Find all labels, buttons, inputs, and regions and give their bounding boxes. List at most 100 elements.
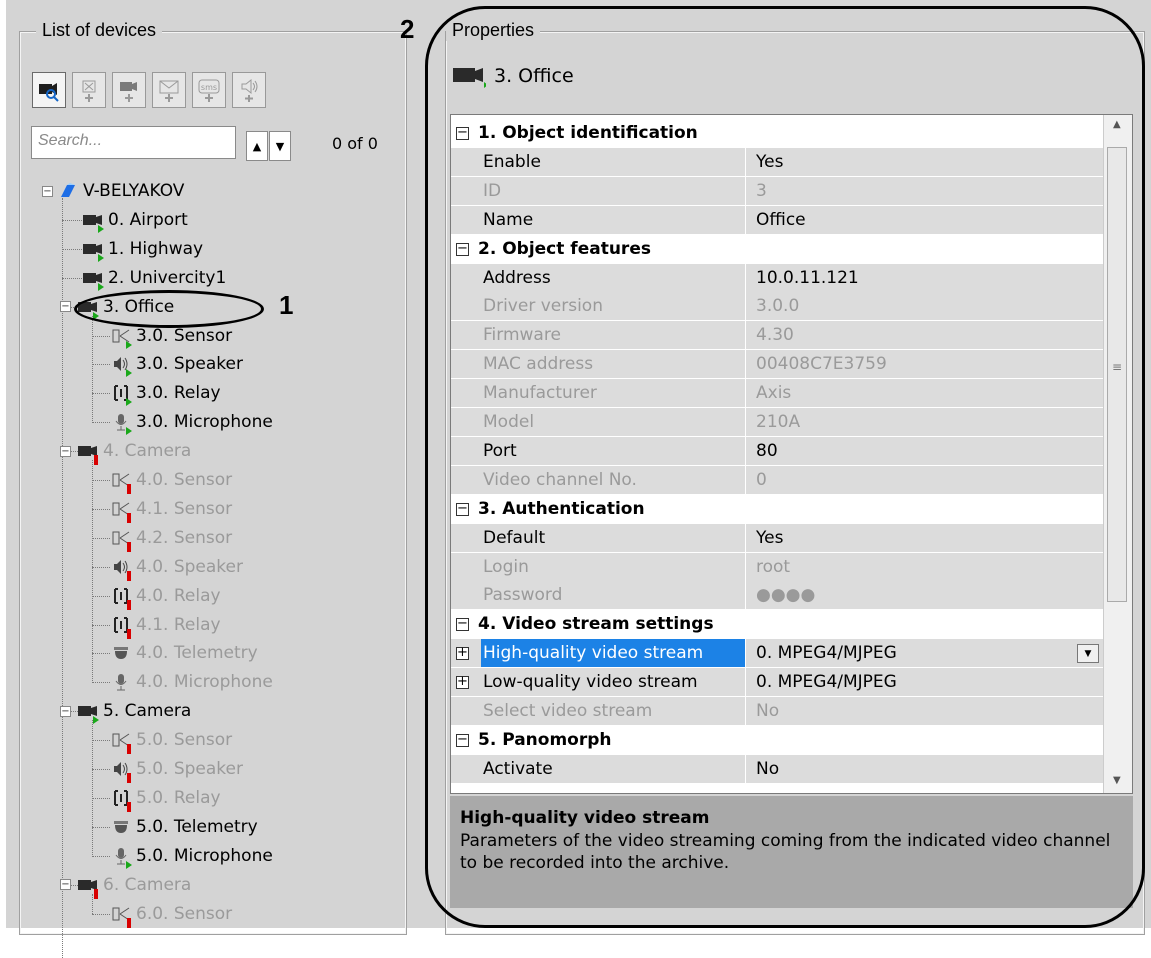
tree-collapse-toggle[interactable]: − <box>42 185 53 197</box>
tree-item-label: 0. Airport <box>108 209 188 230</box>
property-name: Low-quality video stream <box>483 672 698 693</box>
property-row[interactable]: Activate No <box>451 754 1103 784</box>
property-row[interactable]: Select video stream No <box>451 697 1103 726</box>
section-collapse-toggle[interactable]: − <box>456 242 469 256</box>
tree-item-server[interactable]: − V-BELYAKOV <box>42 178 184 204</box>
speaker-icon <box>110 557 132 581</box>
tree-connector-line <box>92 855 110 857</box>
property-row[interactable]: Manufacturer Axis <box>451 379 1103 409</box>
tree-item-telemetry[interactable]: 5.0. Telemetry <box>110 814 258 840</box>
property-value[interactable]: No <box>745 754 1103 783</box>
search-prev-button[interactable]: ▲ <box>246 131 268 161</box>
search-next-button[interactable]: ▼ <box>269 131 291 161</box>
tree-collapse-toggle[interactable]: − <box>60 879 71 891</box>
property-row[interactable]: Firmware 4.30 <box>451 321 1103 351</box>
tree-item-relay[interactable]: 5.0. Relay <box>110 785 221 812</box>
section-collapse-toggle[interactable]: − <box>456 733 469 747</box>
add-email-button[interactable] <box>152 72 186 108</box>
property-value[interactable]: 0. MPEG4/MJPEG <box>745 668 1103 697</box>
status-ok-indicator <box>98 224 104 233</box>
object-header: 3. Office <box>452 64 574 88</box>
property-value[interactable]: 0. MPEG4/MJPEG <box>745 639 1103 668</box>
property-section-header[interactable]: −5. Panomorph <box>451 725 1103 755</box>
sensor-icon <box>110 730 132 755</box>
tree-item-relay[interactable]: 4.1. Relay <box>110 612 221 639</box>
tree-item-microphone[interactable]: 5.0. Microphone <box>110 843 273 869</box>
property-row[interactable]: Port 80 <box>451 436 1103 466</box>
section-collapse-toggle[interactable]: − <box>456 502 469 516</box>
property-expand-toggle[interactable]: + <box>456 646 469 661</box>
property-value[interactable]: Office <box>745 205 1103 234</box>
property-row[interactable]: Video channel No. 0 <box>451 465 1103 495</box>
property-value[interactable]: Yes <box>745 147 1103 176</box>
add-sensor-button[interactable] <box>72 72 106 108</box>
property-row[interactable]: Address 10.0.11.121 <box>451 263 1103 293</box>
property-row[interactable]: Model 210A <box>451 408 1103 437</box>
property-value: 00408C7E3759 <box>745 350 1103 379</box>
property-scrollbar[interactable]: ▲ ≡ ▼ <box>1103 115 1132 793</box>
tree-item-sensor[interactable]: 6.0. Sensor <box>110 901 232 928</box>
add-camera-button[interactable] <box>112 72 146 108</box>
property-section-header[interactable]: −1. Object identification <box>451 119 1103 148</box>
status-off-indicator <box>127 801 131 812</box>
dropdown-arrow-icon[interactable]: ▼ <box>1077 644 1099 664</box>
add-sms-button[interactable]: sms <box>192 72 226 108</box>
device-tree: − V-BELYAKOV 0. Airport 1. Highway 2. Univer… <box>26 172 406 958</box>
scroll-down-arrow-icon[interactable]: ▼ <box>1113 775 1121 786</box>
property-row[interactable]: Driver version 3.0.0 <box>451 292 1103 322</box>
property-value[interactable]: 10.0.11.121 <box>745 263 1103 292</box>
add-speaker-button[interactable] <box>232 72 266 108</box>
camera-search-icon <box>39 83 59 102</box>
scroll-up-arrow-icon[interactable]: ▲ <box>1113 119 1121 130</box>
tree-item-relay[interactable]: 3.0. Relay <box>110 380 221 407</box>
property-section-header[interactable]: −2. Object features <box>451 234 1103 264</box>
property-section-header[interactable]: −3. Authentication <box>451 494 1103 524</box>
tree-item-camera[interactable]: 0. Airport <box>82 207 188 233</box>
section-collapse-toggle[interactable]: − <box>456 126 469 140</box>
tree-item-microphone[interactable]: 3.0. Microphone <box>110 409 273 436</box>
tree-connector-line <box>62 277 82 279</box>
search-camera-button[interactable] <box>32 72 66 108</box>
tree-item-telemetry[interactable]: 4.0. Telemetry <box>110 640 258 666</box>
tree-item-label: 5. Camera <box>103 701 192 722</box>
tree-item-camera[interactable]: − 6. Camera <box>60 872 191 899</box>
property-row[interactable]: Login root <box>451 552 1103 582</box>
tree-item-sensor[interactable]: 4.1. Sensor <box>110 496 232 523</box>
status-ok-indicator <box>126 427 132 436</box>
device-search-input[interactable]: Search... <box>31 126 236 159</box>
property-row[interactable]: MAC address 00408C7E3759 <box>451 350 1103 380</box>
tree-connector-line <box>92 624 110 626</box>
status-off-indicator <box>127 773 131 783</box>
property-row[interactable]: Enable Yes <box>451 147 1103 177</box>
property-expand-toggle[interactable]: + <box>456 675 469 690</box>
scroll-thumb[interactable]: ≡ <box>1107 147 1127 602</box>
property-row[interactable]: + High-quality video stream 0. MPEG4/MJPEG… <box>451 639 1103 669</box>
tree-item-camera[interactable]: − 5. Camera <box>60 698 192 725</box>
tree-item-speaker[interactable]: 4.0. Speaker <box>110 554 243 581</box>
property-value: 3 <box>745 176 1103 205</box>
tree-item-speaker[interactable]: 3.0. Speaker <box>110 351 243 378</box>
tree-connector-line <box>92 595 110 597</box>
tree-item-camera[interactable]: 2. Univercity1 <box>82 265 226 291</box>
tree-item-speaker[interactable]: 5.0. Speaker <box>110 756 243 783</box>
tree-item-microphone[interactable]: 4.0. Microphone <box>110 669 273 695</box>
description-title: High-quality video stream <box>460 808 710 828</box>
tree-item-sensor[interactable]: 4.2. Sensor <box>110 525 232 552</box>
tree-collapse-toggle[interactable]: − <box>60 445 71 457</box>
property-row[interactable]: + Low-quality video stream 0. MPEG4/MJPEG <box>451 668 1103 698</box>
property-value[interactable]: Yes <box>745 523 1103 552</box>
tree-item-camera[interactable]: 1. Highway <box>82 236 203 262</box>
tree-item-sensor[interactable]: 5.0. Sensor <box>110 727 232 755</box>
tree-item-camera[interactable]: − 4. Camera <box>60 438 191 466</box>
property-value[interactable]: 80 <box>745 436 1103 465</box>
property-row[interactable]: Password ●●●● <box>451 581 1103 611</box>
tree-collapse-toggle[interactable]: − <box>60 705 71 717</box>
tree-collapse-toggle[interactable]: − <box>60 301 71 313</box>
property-row[interactable]: ID 3 <box>451 176 1103 206</box>
property-row[interactable]: Default Yes <box>451 523 1103 553</box>
tree-item-relay[interactable]: 4.0. Relay <box>110 583 221 610</box>
section-collapse-toggle[interactable]: − <box>456 617 469 632</box>
property-row[interactable]: Name Office <box>451 205 1103 235</box>
tree-item-sensor[interactable]: 4.0. Sensor <box>110 467 232 494</box>
property-section-header[interactable]: −4. Video stream settings <box>451 610 1103 640</box>
